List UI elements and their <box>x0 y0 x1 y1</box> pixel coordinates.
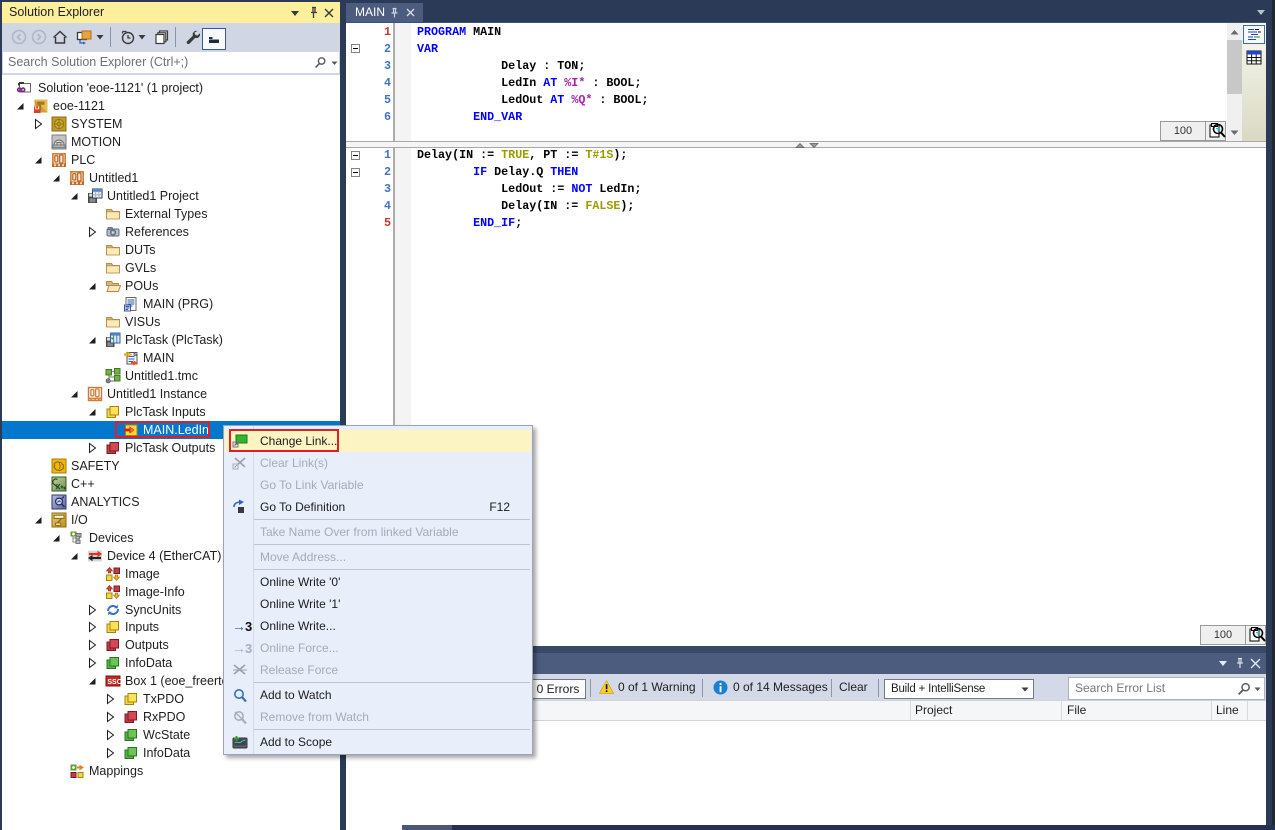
svg-text:SSC: SSC <box>107 679 121 686</box>
